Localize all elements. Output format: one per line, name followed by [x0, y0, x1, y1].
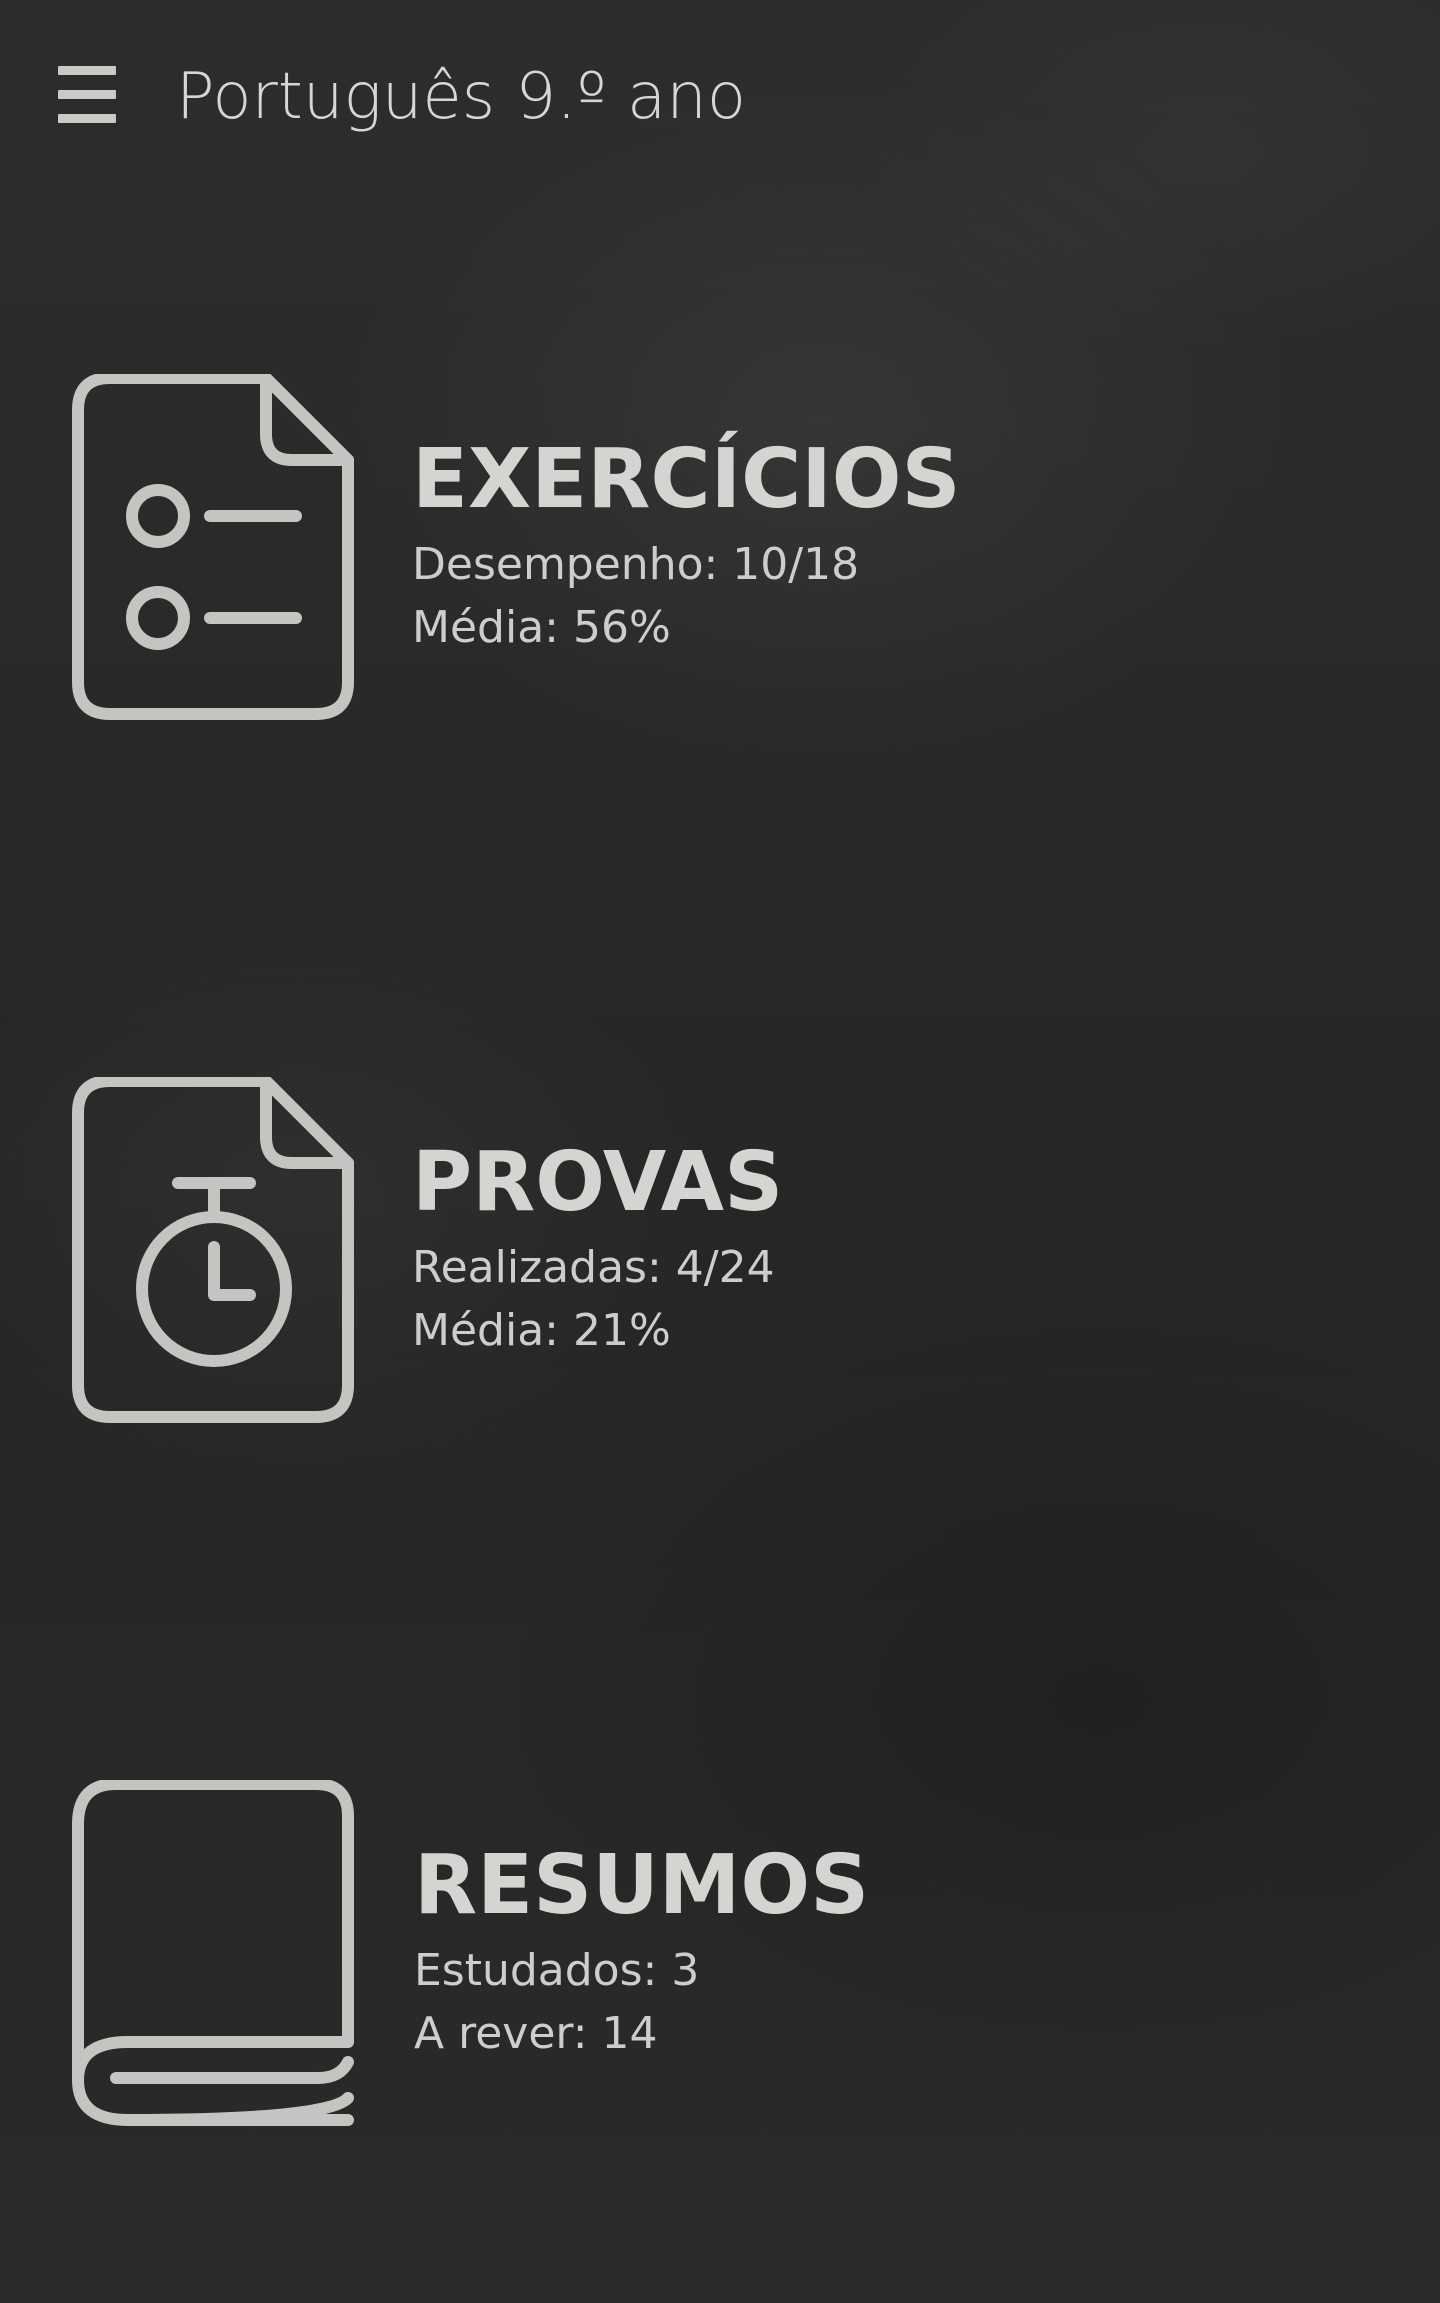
menu-icon-bar	[58, 66, 116, 75]
page-title: Português 9.º ano	[176, 60, 746, 134]
provas-completed: Realizadas: 4/24	[412, 1242, 775, 1293]
menu-icon-bar	[58, 114, 116, 123]
menu-icon-bar	[58, 90, 116, 99]
provas-title: PROVAS	[412, 1135, 784, 1230]
exercicios-title: EXERCÍCIOS	[412, 432, 961, 527]
exercicios-performance: Desempenho: 10/18	[412, 539, 860, 590]
app-bar: Português 9.º ano	[0, 0, 1440, 196]
provas-average: Média: 21%	[412, 1305, 671, 1356]
resumos-card[interactable]: RESUMOS Estudados: 3 A rever: 14	[0, 1780, 1440, 2160]
checklist-document-icon	[72, 374, 356, 724]
exercicios-average: Média: 56%	[412, 602, 671, 653]
menu-icon[interactable]	[56, 66, 120, 124]
stopwatch-document-icon	[72, 1077, 356, 1427]
resumos-studied: Estudados: 3	[414, 1945, 700, 1996]
exercicios-card[interactable]: EXERCÍCIOS Desempenho: 10/18 Média: 56%	[0, 374, 1440, 754]
resumos-title: RESUMOS	[414, 1838, 870, 1933]
resumos-to-review: A rever: 14	[414, 2008, 658, 2059]
book-icon	[72, 1780, 356, 2130]
provas-card[interactable]: PROVAS Realizadas: 4/24 Média: 21%	[0, 1077, 1440, 1457]
